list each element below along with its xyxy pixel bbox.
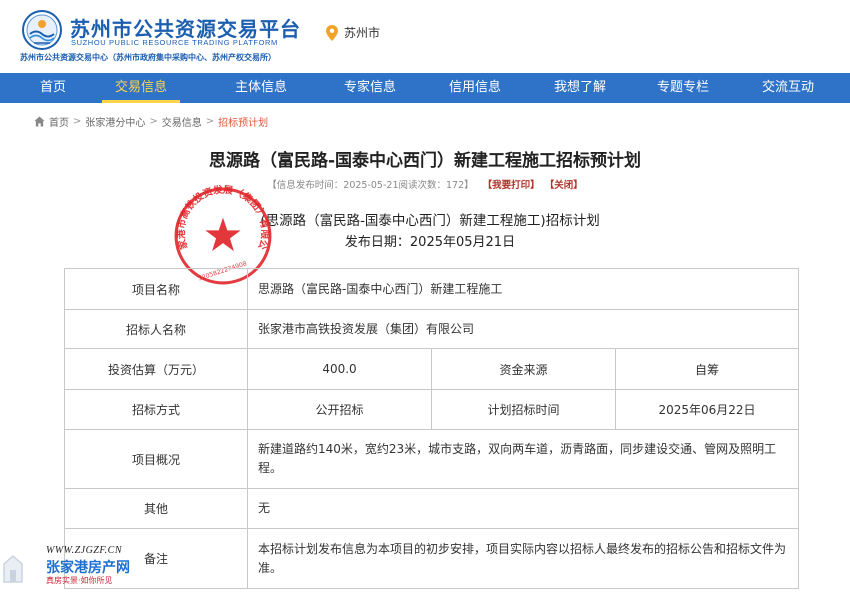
breadcrumb-branch[interactable]: 张家港分中心 [85,114,145,129]
article-meta: 【信息发布时间：2025-05-21阅读次数：172】 【我要打印】 【关闭】 [0,177,850,191]
nav-item-interaction[interactable]: 交流互动 [738,73,838,103]
breadcrumb: 首页 > 张家港分中心 > 交易信息 > 招标预计划 [34,114,268,129]
tenderer-label: 招标人名称 [64,309,248,349]
table-row: 备注 本招标计划发布信息为本项目的初步安排，项目实际内容以招标人最终发布的招标公… [64,528,799,589]
breadcrumb-current[interactable]: 招标预计划 [218,114,268,129]
nav-item-learn-more[interactable]: 我想了解 [530,73,630,103]
overview-label: 项目概况 [64,429,248,489]
location-pin-icon [326,24,338,41]
nav-item-label: 交易信息 [114,80,167,95]
close-button[interactable]: 【关闭】 [545,180,583,191]
main-nav: 首页 交易信息 主体信息 专家信息 信用信息 我想了解 专题专栏 交流互动 [0,73,850,103]
other-value: 无 [247,488,799,529]
home-icon [34,116,45,127]
page-title: 思源路（富民路-国泰中心西门）新建工程施工招标预计划 [208,151,642,171]
tender-plan-table: 项目名称 思源路（富民路-国泰中心西门）新建工程施工 招标人名称 张家港市高铁投… [64,268,799,589]
site-name-en: SUZHOU PUBLIC RESOURCE TRADING PLATFORM [71,38,278,47]
publish-date: 发布日期：2025年05月21日 [344,235,516,250]
nav-item-home[interactable]: 首页 [0,73,106,103]
nav-item-trade-info[interactable]: 交易信息 [102,73,180,103]
project-name-label: 项目名称 [64,268,248,310]
nav-item-special-topics[interactable]: 专题专栏 [633,73,733,103]
tender-method-value: 公开招标 [247,389,432,430]
nav-item-label: 主体信息 [234,80,287,95]
investment-label: 投资估算（万元） [64,348,248,390]
table-row: 投资估算（万元） 400.0 资金来源 自筹 [64,348,799,390]
other-label: 其他 [64,488,248,529]
watermark-logo-icon [3,554,23,583]
tenderer-value: 张家港市高铁投资发展（集团）有限公司 [247,309,799,349]
plan-time-value: 2025年06月22日 [615,389,799,430]
table-row: 其他 无 [64,488,799,529]
watermark-url: WWW.ZJGZF.CN [46,545,123,556]
nav-item-label: 专题专栏 [656,80,709,95]
site-subtitle: 苏州市公共资源交易中心（苏州市政府集中采购中心、苏州产权交易所） [20,53,276,62]
investment-value: 400.0 [247,348,432,390]
plan-subtitle: (思源路（富民路-国泰中心西门）新建工程施工)招标计划 [260,213,600,229]
nav-item-label: 首页 [39,80,66,95]
breadcrumb-separator: > [205,116,215,127]
fund-source-value: 自筹 [615,348,799,390]
breadcrumb-trade-info[interactable]: 交易信息 [162,114,202,129]
table-row: 项目概况 新建道路约140米，宽约23米，城市支路，双向两车道，沥青路面，同步建… [64,429,799,489]
nav-item-credit-info[interactable]: 信用信息 [425,73,525,103]
table-row: 招标方式 公开招标 计划招标时间 2025年06月22日 [64,389,799,430]
location-label: 苏州市 [344,26,381,40]
site-header: 苏州市公共资源交易平台 SUZHOU PUBLIC RESOURCE TRADI… [0,0,850,73]
print-button[interactable]: 【我要打印】 [483,180,540,191]
nav-item-entity-info[interactable]: 主体信息 [205,73,317,103]
nav-item-label: 专家信息 [343,80,396,95]
fund-source-label: 资金来源 [431,348,616,390]
nav-item-label: 交流互动 [761,80,814,95]
breadcrumb-home[interactable]: 首页 [49,114,69,129]
remark-value: 本招标计划发布信息为本项目的初步安排，项目实际内容以招标人最终发布的招标公告和招… [247,528,799,589]
watermark-name: 张家港房产网 [46,560,130,576]
site-logo-icon[interactable] [22,10,62,50]
publish-info: 【信息发布时间：2025-05-21阅读次数：172】 [267,180,474,191]
overview-value: 新建道路约140米，宽约23米，城市支路，双向两车道，沥青路面，同步建设交通、管… [247,429,799,489]
nav-item-expert-info[interactable]: 专家信息 [320,73,420,103]
breadcrumb-separator: > [149,116,158,127]
location-selector[interactable]: 苏州市 [326,24,380,41]
tender-method-label: 招标方式 [64,389,248,430]
table-row: 项目名称 思源路（富民路-国泰中心西门）新建工程施工 [64,268,799,310]
nav-item-label: 信用信息 [448,80,501,95]
watermark-slogan: 真房实景·如你所见 [46,576,113,585]
breadcrumb-separator: > [73,116,82,127]
table-row: 招标人名称 张家港市高铁投资发展（集团）有限公司 [64,309,799,349]
site-watermark: WWW.ZJGZF.CN 张家港房产网 真房实景·如你所见 [0,538,170,595]
plan-time-label: 计划招标时间 [431,389,616,430]
nav-item-label: 我想了解 [553,80,606,95]
project-name-value: 思源路（富民路-国泰中心西门）新建工程施工 [247,268,799,310]
